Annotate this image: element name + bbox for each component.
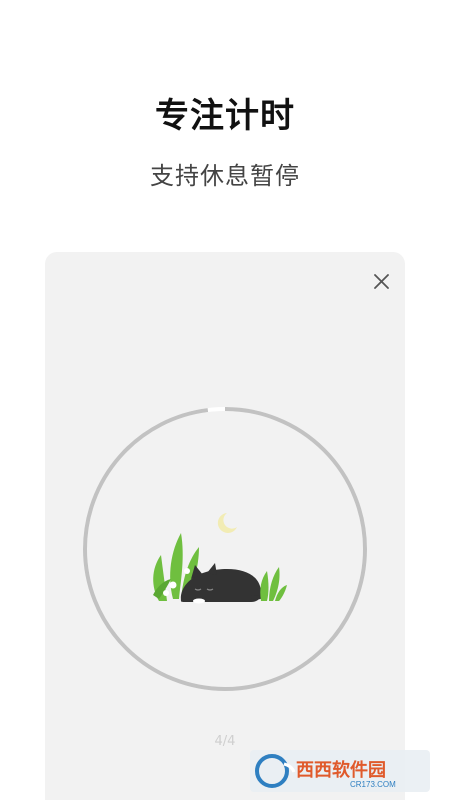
watermark-text: 西西软件园 [296, 759, 386, 780]
watermark-url: CR173.COM [350, 780, 396, 789]
focus-timer[interactable] [81, 405, 369, 693]
page-title: 专注计时 [155, 96, 295, 136]
onboarding-page: 专注计时 支持休息暂停 4/4 西西软件园 CR173.COM [0, 0, 450, 800]
timer-progress-ring [83, 407, 367, 691]
page-indicator: 4/4 [214, 734, 236, 749]
page-subtitle: 支持休息暂停 [150, 162, 300, 190]
watermark-logo: 西西软件园 CR173.COM [250, 750, 430, 792]
close-button[interactable] [366, 266, 396, 296]
plant-right-icon [260, 567, 287, 601]
sleeping-cat-illustration [153, 513, 287, 604]
moon-icon [217, 513, 237, 533]
close-icon [374, 274, 389, 289]
